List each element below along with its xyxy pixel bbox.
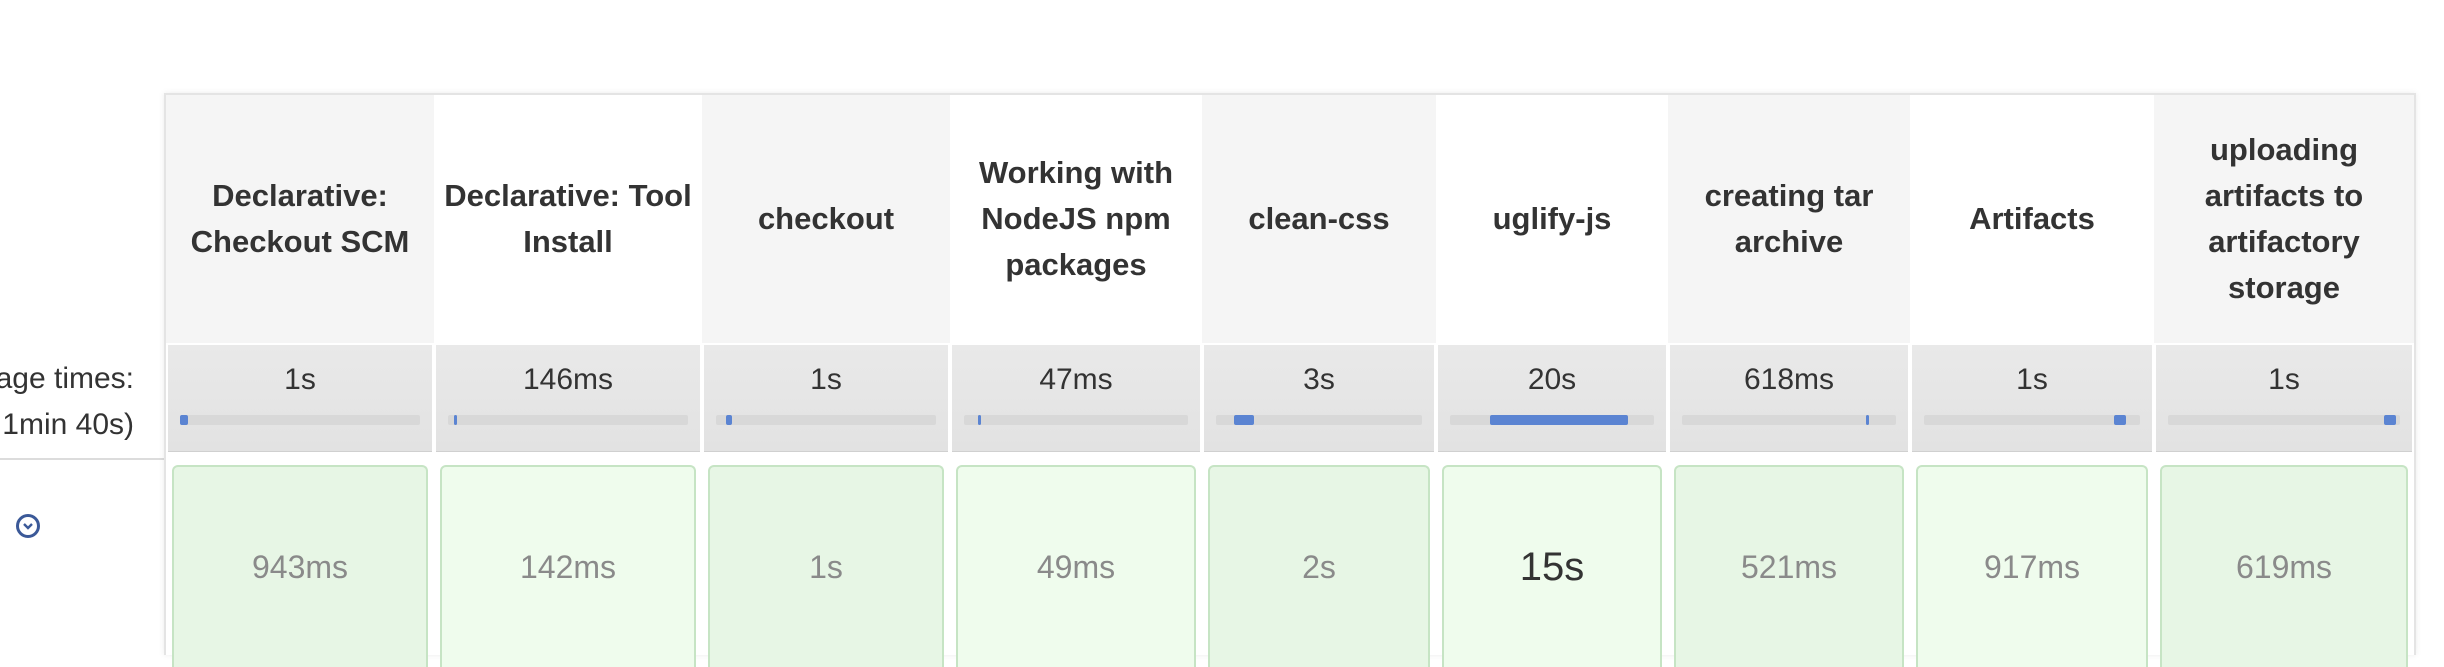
stage-column: uglify-js 20s 15s	[1436, 95, 1668, 667]
stage-run-cell[interactable]: 917ms	[1916, 465, 2148, 667]
stage-run-cell[interactable]: 521ms	[1674, 465, 1904, 667]
stage-average: 618ms	[1670, 345, 1908, 452]
stage-average-time: 20s	[1527, 363, 1577, 396]
stage-column: Artifacts 1s 917ms	[1910, 95, 2154, 667]
stage-run-cell[interactable]: 15s	[1442, 465, 1662, 667]
stage-average-time: 1s	[810, 363, 842, 396]
stage-average-time: 1s	[2268, 363, 2300, 396]
stage-header: uglify-js	[1436, 95, 1668, 343]
stage-average-time: 618ms	[1743, 363, 1835, 396]
stage-column: Declarative: Checkout SCM 1s 943ms	[166, 95, 434, 667]
stage-average: 47ms	[952, 345, 1200, 452]
stage-run-cell[interactable]: 2s	[1208, 465, 1430, 667]
average-times-label: age times:	[0, 362, 134, 395]
stage-progress-bar	[1924, 415, 2140, 425]
stage-progress-bar	[1682, 415, 1896, 425]
stage-progress-bar	[716, 415, 936, 425]
stage-average: 146ms	[436, 345, 700, 452]
progress-fill	[978, 415, 981, 425]
stage-progress-bar	[1216, 415, 1422, 425]
stage-average: 1s	[704, 345, 948, 452]
row-divider	[0, 458, 165, 460]
stage-run-cell[interactable]: 943ms	[172, 465, 428, 667]
progress-fill	[1234, 415, 1254, 425]
progress-fill	[180, 415, 188, 425]
stage-average: 1s	[168, 345, 432, 452]
progress-fill	[2114, 415, 2126, 425]
stage-run-cell[interactable]: 1s	[708, 465, 944, 667]
stage-average-time: 3s	[1303, 363, 1335, 396]
progress-fill	[726, 415, 732, 425]
stage-progress-bar	[180, 415, 420, 425]
progress-fill	[1490, 415, 1628, 425]
stage-average-time: 146ms	[522, 363, 614, 396]
stage-header: checkout	[702, 95, 950, 343]
stage-header: clean-css	[1202, 95, 1436, 343]
stage-view-table: Declarative: Checkout SCM 1s 943ms Decla…	[164, 93, 2416, 667]
stage-column: clean-css 3s 2s	[1202, 95, 1436, 667]
stage-header: Working with NodeJS npm packages	[950, 95, 1202, 343]
stage-header: Artifacts	[1910, 95, 2154, 343]
stage-average: 3s	[1204, 345, 1434, 452]
stage-view-row-labels: age times: 1min 40s)	[0, 0, 170, 630]
stage-run-cell[interactable]: 49ms	[956, 465, 1196, 667]
stage-progress-bar	[964, 415, 1188, 425]
stage-column: checkout 1s 1s	[702, 95, 950, 667]
stage-header: Declarative: Tool Install	[434, 95, 702, 343]
stage-average: 1s	[1912, 345, 2152, 452]
stage-average-time: 47ms	[1039, 363, 1113, 396]
stage-progress-bar	[448, 415, 688, 425]
stage-header: uploading artifacts to artifactory stora…	[2154, 95, 2414, 343]
stage-run-cell[interactable]: 619ms	[2160, 465, 2408, 667]
stage-column: Working with NodeJS npm packages 47ms 49…	[950, 95, 1202, 667]
stage-column: creating tar archive 618ms 521ms	[1668, 95, 1910, 667]
average-full-run-label: 1min 40s)	[2, 408, 134, 441]
progress-fill	[454, 415, 457, 425]
stage-column: uploading artifacts to artifactory stora…	[2154, 95, 2414, 667]
stage-average-time: 1s	[2016, 363, 2048, 396]
stage-header: creating tar archive	[1668, 95, 1910, 343]
stage-average: 1s	[2156, 345, 2412, 452]
progress-fill	[2384, 415, 2396, 425]
expand-circle-icon[interactable]	[16, 514, 40, 538]
stage-column: Declarative: Tool Install 146ms 142ms	[434, 95, 702, 667]
stage-progress-bar	[2168, 415, 2400, 425]
progress-fill	[1866, 415, 1869, 425]
stage-header: Declarative: Checkout SCM	[166, 95, 434, 343]
stage-average: 20s	[1438, 345, 1666, 452]
stage-average-time: 1s	[284, 363, 316, 396]
stage-progress-bar	[1450, 415, 1654, 425]
stage-run-cell[interactable]: 142ms	[440, 465, 696, 667]
